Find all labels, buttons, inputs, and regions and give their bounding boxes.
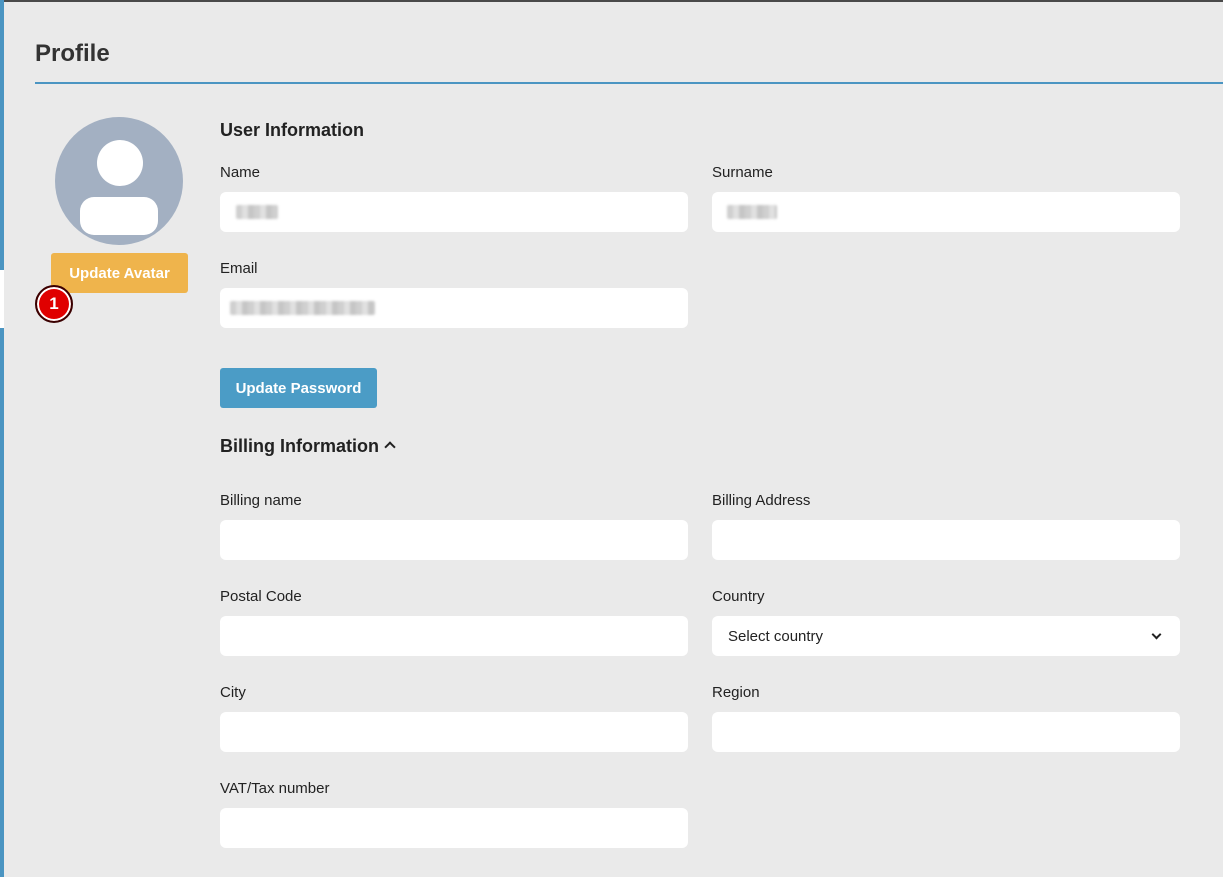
user-information-heading: User Information: [220, 120, 365, 140]
title-divider: [35, 82, 1223, 84]
postal-code-input[interactable]: [220, 616, 688, 656]
email-redacted-value: [230, 301, 375, 315]
billing-information-heading: Billing Information: [220, 436, 379, 456]
avatar-icon: [55, 117, 183, 245]
name-input[interactable]: [220, 192, 688, 232]
left-accent-bar: [0, 0, 4, 877]
update-password-button[interactable]: Update Password: [220, 368, 377, 408]
name-label: Name: [220, 164, 261, 181]
vat-tax-number-input[interactable]: [220, 808, 688, 848]
left-accent-gap: [0, 270, 4, 328]
surname-redacted-value: [727, 205, 777, 219]
country-selected-value: Select country: [728, 627, 824, 645]
surname-input[interactable]: [712, 192, 1180, 232]
billing-address-label: Billing Address: [712, 492, 811, 509]
page-title: Profile: [35, 40, 110, 67]
chevron-down-icon: [1151, 629, 1162, 639]
chevron-up-icon: [384, 441, 396, 453]
email-label: Email: [220, 260, 258, 277]
avatar-body: [80, 197, 158, 235]
vat-tax-number-label: VAT/Tax number: [220, 780, 330, 797]
city-input[interactable]: [220, 712, 688, 752]
country-label: Country: [712, 588, 765, 605]
update-avatar-button[interactable]: Update Avatar: [51, 253, 188, 293]
country-select[interactable]: Select country: [712, 616, 1180, 656]
billing-address-input[interactable]: [712, 520, 1180, 560]
surname-label: Surname: [712, 164, 773, 181]
window-top-border: [0, 0, 1223, 2]
postal-code-label: Postal Code: [220, 588, 302, 605]
region-input[interactable]: [712, 712, 1180, 752]
billing-name-input[interactable]: [220, 520, 688, 560]
billing-name-label: Billing name: [220, 492, 302, 509]
name-redacted-value: [236, 205, 278, 219]
region-label: Region: [712, 684, 760, 701]
billing-information-toggle[interactable]: Billing Information: [220, 436, 396, 457]
avatar-head: [97, 140, 143, 186]
city-label: City: [220, 684, 246, 701]
step-badge: 1: [35, 285, 73, 323]
